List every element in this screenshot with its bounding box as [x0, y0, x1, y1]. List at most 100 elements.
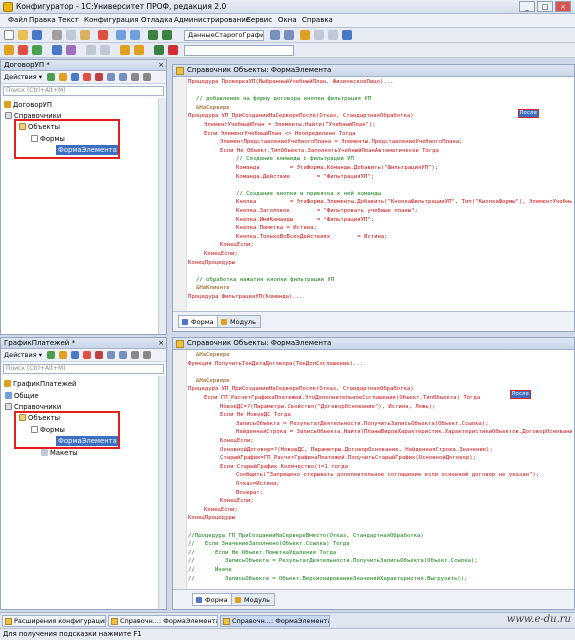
code-area[interactable]: Процедура ПроверкаУП(ВыбранныйУчебныйПла…: [188, 78, 572, 311]
code-line: Если ГП_РасчетГрафикаПлатежей.ЭтоДополни…: [204, 395, 481, 401]
remove-icon[interactable]: [95, 351, 103, 359]
delete-icon[interactable]: [98, 30, 108, 40]
templates-icon: [41, 449, 48, 456]
cut-icon[interactable]: [52, 30, 62, 40]
procedure-combo[interactable]: [184, 45, 294, 56]
run-icon[interactable]: [32, 45, 42, 55]
paste-icon[interactable]: [80, 30, 90, 40]
copy-item-icon[interactable]: [71, 73, 79, 81]
search-combo[interactable]: ДанныеСтарогоГрафи: [184, 30, 264, 41]
maximize-button[interactable]: □: [537, 1, 553, 12]
tab-label: Форма: [191, 318, 214, 326]
add-icon[interactable]: [47, 351, 55, 359]
step-over-icon[interactable]: [100, 45, 110, 55]
actions-menu[interactable]: Действия ▾: [4, 73, 42, 81]
settings-icon[interactable]: [143, 351, 151, 359]
find-next-icon[interactable]: [284, 30, 294, 40]
module-icon[interactable]: [120, 45, 130, 55]
tree-search-input[interactable]: Поиск (Ctrl+Alt+M): [3, 86, 164, 96]
procedure-icon[interactable]: [134, 45, 144, 55]
menu-help[interactable]: Справка: [302, 16, 333, 24]
minimize-button[interactable]: _: [519, 1, 535, 12]
menu-windows[interactable]: Окна: [278, 16, 297, 24]
tool2-icon[interactable]: [314, 30, 324, 40]
tab-form[interactable]: Форма: [192, 593, 233, 606]
tool3-icon[interactable]: [328, 30, 338, 40]
delete-item-icon[interactable]: [83, 351, 91, 359]
tree-label: Справочники: [14, 403, 62, 411]
tab-form[interactable]: Форма: [178, 315, 219, 328]
copy-icon[interactable]: [66, 30, 76, 40]
tree-root[interactable]: ГрафикПлатежей: [4, 379, 76, 389]
code-line: // добавление на форму договора кнопки ф…: [196, 96, 372, 103]
menu-administration[interactable]: Администрирование: [174, 16, 250, 24]
code-line: Возврат;: [236, 489, 263, 496]
panel-close-icon[interactable]: ×: [158, 60, 164, 70]
undo-icon[interactable]: [116, 30, 126, 40]
add-icon[interactable]: [47, 73, 55, 81]
code-line: Кнопка.Заголовок = "Фильтровать учебные …: [236, 208, 418, 214]
menu-file[interactable]: Файл: [8, 16, 27, 24]
find-icon[interactable]: [270, 30, 280, 40]
code-line: Команда.Действие = "ФильтрацияУП";: [236, 173, 375, 180]
breakpoint-icon[interactable]: [66, 45, 76, 55]
step-icon[interactable]: [86, 45, 96, 55]
module-icon: [221, 319, 227, 325]
remove-icon[interactable]: [95, 73, 103, 81]
code-line: // ЗаписьОбъекта = Объект.Версионировани…: [188, 575, 468, 582]
move-up-icon[interactable]: [107, 73, 115, 81]
tree-search-input[interactable]: Поиск (Ctrl+Alt+M): [3, 364, 164, 374]
editor-gutter: [173, 77, 187, 311]
close-button[interactable]: ×: [555, 1, 571, 12]
move-down-icon[interactable]: [119, 351, 127, 359]
tool4-icon[interactable]: [342, 30, 352, 40]
code-area[interactable]: &НаСервере Функция ПолучитьТекДатаДоговор…: [188, 351, 572, 589]
move-up-icon[interactable]: [107, 351, 115, 359]
settings-icon[interactable]: [143, 73, 151, 81]
syntax-check-icon[interactable]: [154, 45, 164, 55]
debug-icon[interactable]: [52, 45, 62, 55]
copy-item-icon[interactable]: [71, 351, 79, 359]
code-line: Процедура УП_ПриСозданииНаСервереПосле(О…: [188, 386, 414, 393]
menu-configuration[interactable]: Конфигурация: [84, 16, 138, 24]
delete-item-icon[interactable]: [83, 73, 91, 81]
filter-icon[interactable]: [131, 351, 139, 359]
tab-module[interactable]: Модуль: [231, 593, 275, 606]
panel-close-icon[interactable]: ×: [158, 338, 164, 348]
move-down-icon[interactable]: [119, 73, 127, 81]
tree-scrollbar[interactable]: [158, 98, 166, 334]
tree-templates[interactable]: Макеты: [41, 448, 78, 458]
menu-debug[interactable]: Отладка: [141, 16, 173, 24]
code-line: // обработка нажатия кнопки фильтрации У…: [196, 276, 335, 283]
edit-icon[interactable]: [59, 73, 67, 81]
tree-root[interactable]: ДоговорУП: [4, 100, 52, 110]
task-form-2[interactable]: Справочн...: ФормаЭлемента: [220, 615, 330, 627]
task-form-1[interactable]: Справочн...: ФормаЭлемента: [108, 615, 218, 627]
stop-icon[interactable]: [168, 45, 178, 55]
tree-common[interactable]: Общие: [5, 391, 39, 401]
menu-text[interactable]: Текст: [58, 16, 79, 24]
redo-icon[interactable]: [130, 30, 140, 40]
code-line: КонецЕсли;: [220, 438, 254, 444]
config-icon[interactable]: [4, 45, 14, 55]
update-icon[interactable]: [18, 45, 28, 55]
tool-icon[interactable]: [300, 30, 310, 40]
save-icon[interactable]: [32, 30, 42, 40]
filter-icon[interactable]: [131, 73, 139, 81]
code-line: Если Не НовоеДС Тогда: [220, 412, 291, 419]
forward-icon[interactable]: [162, 30, 172, 40]
editor-tabs: Форма Модуль: [173, 311, 574, 331]
new-icon[interactable]: [4, 30, 14, 40]
back-icon[interactable]: [148, 30, 158, 40]
edit-icon[interactable]: [59, 351, 67, 359]
tree-scrollbar[interactable]: [158, 376, 166, 609]
menu-service[interactable]: Сервис: [246, 16, 272, 24]
tab-module[interactable]: Модуль: [217, 315, 261, 328]
extensions-icon: [5, 618, 12, 625]
open-icon[interactable]: [18, 30, 28, 40]
menu-edit[interactable]: Правка: [29, 16, 56, 24]
task-extensions[interactable]: Расширения конфигурации: [2, 615, 106, 627]
code-line: &НаКлиенте: [196, 285, 230, 292]
actions-menu[interactable]: Действия ▾: [4, 351, 42, 359]
code-line: Функция ПолучитьТекДатаДоговора(ТекДопСо…: [188, 360, 364, 367]
